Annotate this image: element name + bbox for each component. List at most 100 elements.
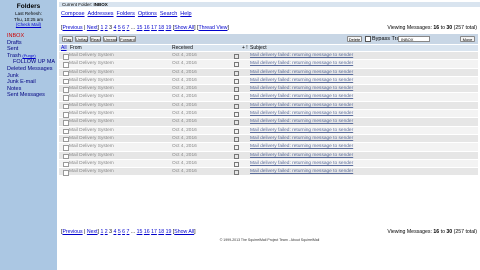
from-column-header[interactable]: From [70,45,82,51]
folder-item[interactable]: Notes [7,86,57,93]
menu-options[interactable]: Options [138,11,157,17]
page-number[interactable]: 16 [144,25,150,31]
page-number[interactable]: 6 [122,25,125,31]
purge-trash-link[interactable]: (Purge) [22,53,35,58]
page-number[interactable]: 17 [151,229,157,235]
page-number[interactable]: 16 [144,229,150,235]
message-subject-link[interactable]: Mail delivery failed: returning message … [250,127,353,134]
row-checkbox[interactable] [63,170,69,176]
page-number[interactable]: 19 [166,25,172,31]
page-number[interactable]: 4 [113,25,116,31]
page-number[interactable]: 17 [151,25,157,31]
received-column-header[interactable]: Received [172,45,193,51]
message-subject-link[interactable]: Mail delivery failed: returning message … [250,143,353,150]
delete-button[interactable]: Delete [347,36,362,42]
message-subject-link[interactable]: Mail delivery failed: returning message … [250,60,353,67]
next-link[interactable]: Next [87,25,98,31]
show-all-link[interactable]: Show All [174,25,194,31]
folder-item[interactable]: INBOX [7,33,57,40]
page-number[interactable]: 1 [100,229,103,235]
message-subject-link[interactable]: Mail delivery failed: returning message … [250,52,353,59]
table-row[interactable]: Mail Delivery System Oct 4, 2016 Mail deli… [59,52,478,61]
thread-view-link[interactable]: Thread View [198,25,227,31]
page-number[interactable]: 3 [109,229,112,235]
row-checkbox[interactable] [63,136,69,143]
row-checkbox[interactable] [63,153,69,160]
folder-item[interactable]: Sent [7,46,57,53]
message-subject-link[interactable]: Mail delivery failed: returning message … [250,110,353,117]
page-number[interactable]: 2 [105,25,108,31]
table-row[interactable]: Mail Delivery System Oct 4, 2016 Mail deli… [59,159,478,169]
table-row[interactable]: Mail Delivery System Oct 4, 2016 Mail deli… [59,126,478,135]
page-number[interactable]: 2 [105,229,108,235]
folder-item[interactable]: Trash (Purge) [7,53,57,60]
page-number[interactable]: 5 [118,229,121,235]
folder-item[interactable]: FOLLOW UP MA [7,59,57,66]
table-row[interactable]: Mail Delivery System Oct 4, 2016 Mail deli… [59,118,478,127]
row-checkbox[interactable] [63,128,69,135]
row-checkbox[interactable] [63,70,69,77]
folder-item[interactable]: Sent Messages [7,92,57,99]
message-subject-link[interactable]: Mail delivery failed: returning message … [250,118,353,125]
message-subject-link[interactable]: Mail delivery failed: returning message … [250,135,353,142]
page-number[interactable]: 4 [113,229,116,235]
table-row[interactable]: Mail Delivery System Oct 4, 2016 Mail deli… [59,93,478,102]
row-checkbox[interactable] [63,62,69,68]
move-button[interactable]: Move [460,36,475,42]
row-checkbox[interactable] [63,120,69,126]
row-checkbox[interactable] [63,87,69,93]
table-row[interactable]: Mail Delivery System Oct 4, 2016 Mail deli… [59,151,478,160]
page-number[interactable]: 15 [137,25,143,31]
table-row[interactable]: Mail Delivery System Oct 4, 2016 Mail deli… [59,68,478,77]
previous-link[interactable]: Previous [62,25,82,31]
message-subject-link[interactable]: Mail delivery failed: returning message … [250,152,353,159]
read-button[interactable]: Read [90,36,101,42]
page-number[interactable]: 3 [109,25,112,31]
next-link-bottom[interactable]: Next [87,229,98,235]
folder-item[interactable]: Drafts [7,40,57,47]
page-number[interactable]: 7 [127,25,130,31]
row-checkbox[interactable] [63,78,69,85]
unflag-button[interactable]: Unflag [75,36,88,42]
unread-button[interactable]: Unread [103,36,117,42]
folder-item[interactable]: Junk [7,73,57,80]
page-number[interactable]: 5 [118,25,121,31]
folder-item[interactable]: Junk E-mail [7,79,57,86]
message-subject-link[interactable]: Mail delivery failed: returning message … [250,85,353,92]
menu-help[interactable]: Help [180,11,191,17]
page-number[interactable]: 18 [158,25,164,31]
table-row[interactable]: Mail Delivery System Oct 4, 2016 Mail deli… [59,110,478,119]
show-all-link-bottom[interactable]: Show All [174,229,194,235]
message-subject-link[interactable]: Mail delivery failed: returning message … [250,168,353,175]
page-number[interactable]: 15 [137,229,143,235]
menu-search[interactable]: Search [160,11,177,17]
table-row[interactable]: Mail Delivery System Oct 4, 2016 Mail deli… [59,60,478,69]
forward-button[interactable]: Forward [119,36,136,42]
message-subject-link[interactable]: Mail delivery failed: returning message … [250,77,353,84]
menu-addresses[interactable]: Addresses [88,11,114,17]
row-checkbox[interactable] [63,145,69,151]
message-subject-link[interactable]: Mail delivery failed: returning message … [250,93,353,100]
page-number[interactable]: 7 [127,229,130,235]
check-mail-link[interactable]: (Check Mail) [16,22,41,27]
table-row[interactable]: Mail Delivery System Oct 4, 2016 Mail deli… [59,143,478,152]
flag-button[interactable]: Flag [62,36,73,42]
page-number[interactable]: 18 [158,229,164,235]
select-all-link[interactable]: All [61,45,67,51]
page-number[interactable]: 19 [166,229,172,235]
table-row[interactable]: Mail Delivery System Oct 4, 2016 Mail deli… [59,101,478,111]
subject-column-header[interactable]: Subject [250,45,267,51]
message-subject-link[interactable]: Mail delivery failed: returning message … [250,102,353,109]
table-row[interactable]: Mail Delivery System Oct 4, 2016 Mail deli… [59,76,478,86]
folder-item[interactable]: Deleted Messages [7,66,57,73]
menu-compose[interactable]: Compose [61,11,85,17]
message-subject-link[interactable]: Mail delivery failed: returning message … [250,69,353,76]
row-checkbox[interactable] [63,161,69,168]
row-checkbox[interactable] [63,112,69,118]
table-row[interactable]: Mail Delivery System Oct 4, 2016 Mail deli… [59,134,478,144]
row-checkbox[interactable] [63,95,69,101]
move-folder-select[interactable]: INBOX [398,36,430,42]
page-number[interactable]: 1 [100,25,103,31]
menu-folders[interactable]: Folders [117,11,135,17]
table-row[interactable]: Mail Delivery System Oct 4, 2016 Mail deli… [59,85,478,94]
